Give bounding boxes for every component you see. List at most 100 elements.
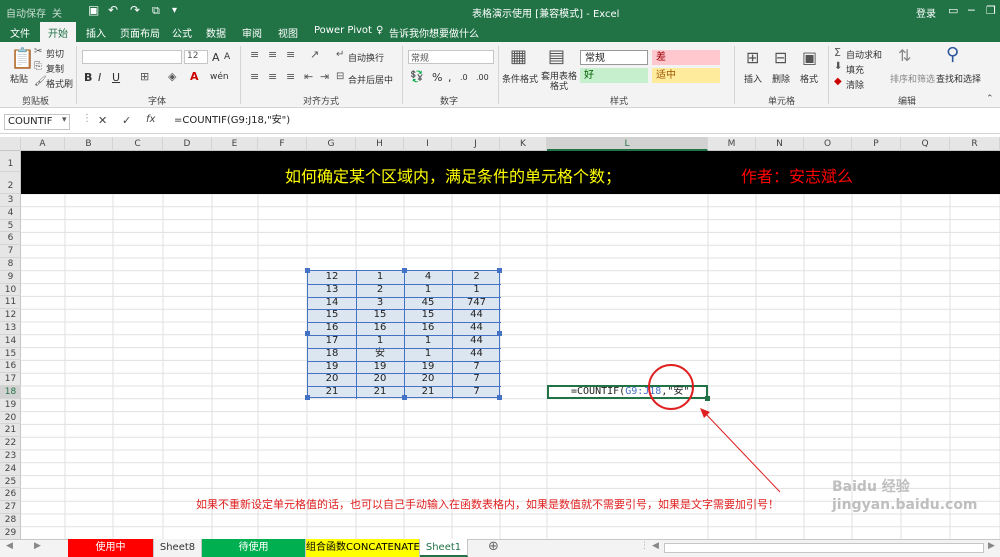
sheet-tab-in-use[interactable]: 使用中 bbox=[68, 539, 154, 557]
font-name-combo[interactable] bbox=[82, 50, 182, 64]
table-cell[interactable]: 20 bbox=[356, 373, 404, 385]
format-cells-button[interactable]: 格式 bbox=[800, 72, 818, 85]
column-header-K[interactable]: K bbox=[500, 137, 547, 151]
row-header-5[interactable]: 5 bbox=[0, 220, 21, 233]
redo-icon[interactable]: ↷ bbox=[130, 3, 140, 17]
row-header-1[interactable]: 1 bbox=[0, 151, 21, 172]
format-as-table-button[interactable]: 套用表格格式 bbox=[538, 72, 580, 92]
autosave-state[interactable]: 关 bbox=[52, 5, 62, 20]
sheet-tab-pending[interactable]: 待使用 bbox=[202, 539, 306, 557]
format-painter-button[interactable]: 格式刷 bbox=[46, 77, 73, 90]
paste-button[interactable]: 粘贴 bbox=[10, 72, 28, 85]
range-resize-handle[interactable] bbox=[305, 268, 310, 273]
range-resize-handle[interactable] bbox=[402, 395, 407, 400]
column-header-H[interactable]: H bbox=[356, 137, 404, 151]
table-cell[interactable]: 21 bbox=[356, 386, 404, 398]
table-cell[interactable]: 7 bbox=[452, 373, 501, 385]
column-header-R[interactable]: R bbox=[950, 137, 1000, 151]
row-header-7[interactable]: 7 bbox=[0, 245, 21, 258]
tab-formulas[interactable]: 公式 bbox=[172, 25, 192, 40]
conditional-format-icon[interactable]: ▦ bbox=[510, 46, 527, 67]
fill-icon[interactable]: ⬇ bbox=[834, 61, 842, 72]
row-header-27[interactable]: 27 bbox=[0, 501, 21, 514]
sheet-tab-sheet1[interactable]: Sheet1 bbox=[420, 539, 468, 557]
phonetic-button[interactable]: wén bbox=[210, 72, 229, 82]
increase-decimal-button[interactable]: .0 bbox=[460, 73, 468, 82]
table-cell[interactable]: 1 bbox=[452, 284, 501, 296]
table-cell[interactable]: 16 bbox=[404, 322, 452, 334]
tab-home[interactable]: 开始 bbox=[40, 22, 76, 42]
column-header-M[interactable]: M bbox=[708, 137, 756, 151]
range-resize-handle[interactable] bbox=[305, 331, 310, 336]
table-cell[interactable]: 15 bbox=[356, 309, 404, 321]
column-header-F[interactable]: F bbox=[258, 137, 307, 151]
table-cell[interactable]: 20 bbox=[404, 373, 452, 385]
autosum-button[interactable]: 自动求和 bbox=[846, 48, 882, 61]
percent-button[interactable]: % bbox=[432, 71, 442, 84]
table-cell[interactable]: 44 bbox=[452, 348, 501, 360]
tab-view[interactable]: 视图 bbox=[278, 25, 298, 40]
table-cell[interactable]: 4 bbox=[404, 271, 452, 283]
style-good[interactable]: 好 bbox=[580, 68, 648, 83]
decrease-decimal-button[interactable]: .00 bbox=[476, 73, 489, 82]
login-link[interactable]: 登录 bbox=[916, 5, 936, 20]
table-cell[interactable]: 44 bbox=[452, 335, 501, 347]
table-cell[interactable]: 7 bbox=[452, 386, 501, 398]
align-right-icon[interactable]: ≡ bbox=[286, 70, 295, 83]
delete-cells-button[interactable]: 删除 bbox=[772, 72, 790, 85]
customize-qat-icon[interactable]: ▾ bbox=[172, 5, 177, 16]
format-as-table-icon[interactable]: ▤ bbox=[548, 46, 565, 67]
row-header-13[interactable]: 13 bbox=[0, 322, 21, 335]
row-header-23[interactable]: 23 bbox=[0, 450, 21, 463]
name-box[interactable]: COUNTIF bbox=[4, 114, 70, 130]
table-cell[interactable]: 安 bbox=[356, 348, 404, 360]
column-header-A[interactable]: A bbox=[21, 137, 65, 151]
tell-me-box[interactable]: 告诉我你想要做什么 bbox=[389, 25, 479, 40]
row-header-20[interactable]: 20 bbox=[0, 412, 21, 425]
table-cell[interactable]: 19 bbox=[404, 361, 452, 373]
table-cell[interactable]: 15 bbox=[404, 309, 452, 321]
table-cell[interactable]: 1 bbox=[404, 284, 452, 296]
table-cell[interactable]: 21 bbox=[404, 386, 452, 398]
row-header-6[interactable]: 6 bbox=[0, 232, 21, 246]
bold-button[interactable]: B bbox=[84, 71, 92, 84]
align-left-icon[interactable]: ≡ bbox=[250, 70, 259, 83]
tab-file[interactable]: 文件 bbox=[10, 25, 30, 40]
scroll-right-icon[interactable]: ▶ bbox=[34, 541, 41, 551]
copy-button[interactable]: 复制 bbox=[46, 62, 64, 75]
font-size-down-button[interactable]: A bbox=[224, 52, 230, 62]
range-resize-handle[interactable] bbox=[497, 268, 502, 273]
table-cell[interactable]: 1 bbox=[404, 348, 452, 360]
data-table[interactable]: 12 1 4 2 13 2 1 1 14 3 45 747 15 15 15 44 16 16 16 44 17 1 1 44… bbox=[305, 268, 502, 400]
insert-function-icon[interactable]: fx bbox=[146, 114, 155, 125]
range-resize-handle[interactable] bbox=[497, 331, 502, 336]
table-cell[interactable]: 747 bbox=[452, 297, 501, 309]
table-cell[interactable]: 44 bbox=[452, 309, 501, 321]
ribbon-display-icon[interactable]: ▭ bbox=[948, 4, 958, 17]
magnifier-icon[interactable]: ⚲ bbox=[946, 44, 959, 65]
currency-icon[interactable]: 💱 bbox=[410, 70, 424, 83]
sort-filter-icon[interactable]: ⇅ bbox=[898, 46, 911, 65]
number-format-combo[interactable]: 常规 bbox=[408, 50, 494, 64]
comma-button[interactable]: , bbox=[448, 71, 452, 84]
column-header-O[interactable]: O bbox=[804, 137, 852, 151]
table-cell[interactable]: 13 bbox=[308, 284, 356, 296]
table-cell[interactable]: 2 bbox=[356, 284, 404, 296]
delete-cells-icon[interactable]: ⊟ bbox=[774, 48, 787, 67]
row-header-4[interactable]: 4 bbox=[0, 207, 21, 220]
table-cell[interactable]: 19 bbox=[356, 361, 404, 373]
scissors-icon[interactable]: ✂ bbox=[34, 46, 42, 57]
style-bad[interactable]: 差 bbox=[652, 50, 720, 65]
quick-access-icon[interactable]: ⧉ bbox=[152, 4, 160, 18]
row-header-9[interactable]: 9 bbox=[0, 271, 21, 284]
align-center-icon[interactable]: ≡ bbox=[268, 70, 277, 83]
clear-icon[interactable]: ◆ bbox=[834, 76, 842, 87]
table-cell[interactable]: 14 bbox=[308, 297, 356, 309]
align-middle-icon[interactable]: ≡ bbox=[268, 48, 277, 61]
column-header-L[interactable]: L bbox=[547, 137, 708, 151]
row-header-11[interactable]: 11 bbox=[0, 296, 21, 310]
minimize-icon[interactable]: ─ bbox=[968, 4, 975, 17]
autosum-icon[interactable]: Σ bbox=[834, 46, 841, 59]
row-header-17[interactable]: 17 bbox=[0, 373, 21, 386]
enter-icon[interactable]: ✓ bbox=[122, 114, 131, 127]
